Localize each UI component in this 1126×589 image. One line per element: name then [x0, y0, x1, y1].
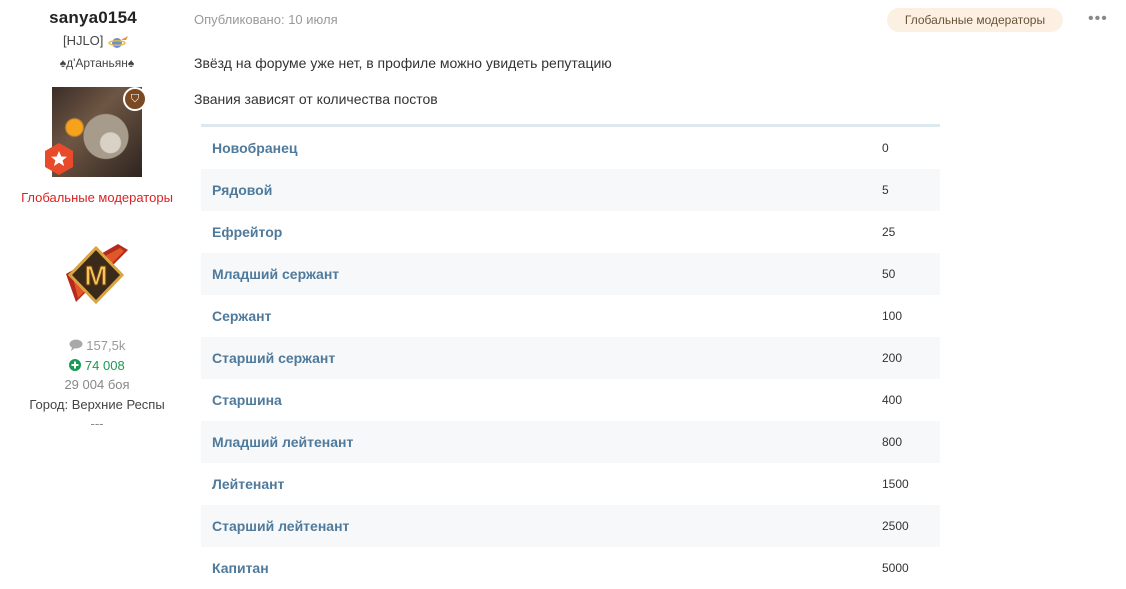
table-row: Лейтенант 1500: [201, 463, 940, 505]
author-stats: 157,5k 74 008 29 004 боя Город: Верхние …: [0, 336, 194, 434]
table-row: Старший сержант 200: [201, 337, 940, 379]
rank-posts: 100: [882, 309, 903, 323]
rank-posts: 5: [882, 183, 889, 197]
post-count: 157,5k: [0, 336, 194, 356]
table-row: Рядовой 5: [201, 169, 940, 211]
battles-count: 29 004 боя: [64, 377, 130, 392]
rank-name: Лейтенант: [212, 476, 285, 492]
separator: ---: [90, 416, 104, 431]
rank-name: Старшина: [212, 392, 282, 408]
table-row: Новобранец 0: [201, 127, 940, 169]
rank-name: Новобранец: [212, 140, 298, 156]
table-row: Старший лейтенант 2500: [201, 505, 940, 547]
author-sidebar: sanya0154 [HJLO] ♠д'Артаньян♠ ⛉ Глобальн…: [0, 0, 194, 584]
author-group: Глобальные модераторы: [21, 190, 173, 205]
reputation: 74 008: [0, 356, 194, 376]
rank-posts: 200: [882, 351, 903, 365]
badge-letter: M: [84, 260, 107, 291]
author-clan: [HJLO]: [0, 33, 194, 49]
rank-posts: 0: [882, 141, 889, 155]
rank-posts: 50: [882, 267, 896, 281]
reputation-value: 74 008: [84, 357, 125, 373]
shield-icon: ⛉: [123, 87, 147, 111]
post-date[interactable]: Опубликовано: 10 июля: [194, 12, 338, 27]
planet-icon: [108, 35, 129, 48]
author-city: Город: Верхние Респы: [29, 396, 165, 412]
rank-posts: 2500: [882, 519, 909, 533]
rank-name: Сержант: [212, 308, 272, 324]
author-username[interactable]: sanya0154: [0, 8, 186, 28]
rank-name: Младший сержант: [212, 266, 340, 282]
plus-circle-icon: [69, 358, 82, 371]
ranks-table: Новобранец 0 Рядовой 5 Ефрейтор 25 Младш…: [201, 124, 940, 589]
post-paragraph: Звёзд на форуме уже нет, в профиле можно…: [194, 55, 612, 71]
author-title: ♠д'Артаньян♠: [59, 56, 135, 70]
table-row: Старшина 400: [201, 379, 940, 421]
post-paragraph: Звания зависят от количества постов: [194, 91, 438, 107]
rank-posts: 1500: [882, 477, 909, 491]
table-row: Сержант 100: [201, 295, 940, 337]
rank-name: Капитан: [212, 560, 269, 576]
rank-name: Старший сержант: [212, 350, 336, 366]
rank-posts: 800: [882, 435, 903, 449]
rank-posts: 400: [882, 393, 903, 407]
table-row: Капитан 5000: [201, 547, 940, 589]
table-row: Младший лейтенант 800: [201, 421, 940, 463]
medal-badge-icon: M: [66, 244, 128, 305]
rank-name: Ефрейтор: [212, 224, 283, 240]
group-tag-badge: Глобальные модераторы: [887, 8, 1063, 32]
rank-posts: 5000: [882, 561, 909, 575]
rank-name: Старший лейтенант: [212, 518, 350, 534]
comment-icon: [69, 339, 83, 351]
clan-tag[interactable]: [HJLO]: [63, 33, 103, 48]
table-row: Младший сержант 50: [201, 253, 940, 295]
more-options-icon[interactable]: •••: [1088, 10, 1108, 28]
post-count-value: 157,5k: [86, 338, 126, 353]
rank-name: Рядовой: [212, 182, 273, 198]
rank-posts: 25: [882, 225, 896, 239]
rank-name: Младший лейтенант: [212, 434, 354, 450]
star-icon: [45, 143, 73, 175]
table-row: Ефрейтор 25: [201, 211, 940, 253]
